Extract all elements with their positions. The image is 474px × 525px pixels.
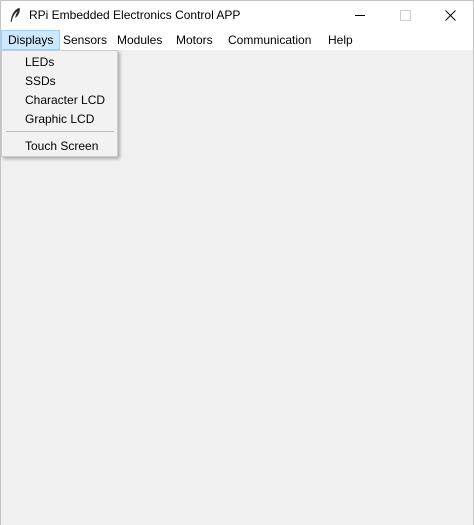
menu-item-graphic-lcd[interactable]: Graphic LCD [3,110,116,129]
displays-dropdown-menu: LEDs SSDs Character LCD Graphic LCD Touc… [1,50,118,157]
window-title: RPi Embedded Electronics Control APP [29,8,241,22]
menu-separator [6,131,114,132]
minimize-button[interactable] [338,1,383,30]
title-bar[interactable]: RPi Embedded Electronics Control APP [1,1,473,30]
menu-motors[interactable]: Motors [170,30,219,50]
menu-item-leds[interactable]: LEDs [3,53,116,72]
menu-communication[interactable]: Communication [222,30,317,50]
maximize-icon [400,10,411,21]
menu-item-touch-screen[interactable]: Touch Screen [3,137,116,156]
close-button[interactable] [428,1,473,30]
menu-help[interactable]: Help [322,30,359,50]
menu-item-ssds[interactable]: SSDs [3,72,116,91]
menu-item-character-lcd[interactable]: Character LCD [3,91,116,110]
menu-modules[interactable]: Modules [111,30,168,50]
app-window: RPi Embedded Electronics Control APP Dis… [0,0,474,525]
menu-sensors[interactable]: Sensors [57,30,113,50]
maximize-button[interactable] [383,1,428,30]
minimize-icon [355,15,365,16]
feather-icon [8,7,22,23]
menu-bar: Displays Sensors Modules Motors Communic… [1,30,473,50]
close-icon [445,10,456,21]
menu-displays[interactable]: Displays [1,30,61,50]
